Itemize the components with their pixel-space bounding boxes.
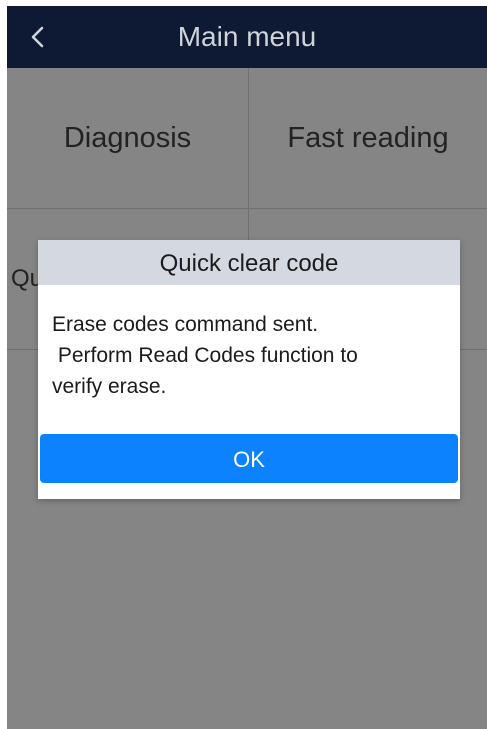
dialog-title: Quick clear code	[38, 240, 460, 285]
quick-clear-dialog: Quick clear code Erase codes command sen…	[38, 240, 460, 499]
menu-tile-label: Diagnosis	[63, 121, 192, 154]
ok-button[interactable]: OK	[40, 434, 458, 483]
app-screen: Main menu Diagnosis Fast reading Qu Quic…	[7, 6, 487, 729]
menu-tile-fast-reading[interactable]: Fast reading	[249, 68, 487, 209]
dialog-message: Erase codes command sent. Perform Read C…	[52, 313, 358, 398]
title-bar: Main menu	[7, 6, 487, 68]
chevron-left-icon	[31, 26, 44, 48]
page-title: Main menu	[177, 21, 317, 52]
menu-tile-label: Fast reading	[287, 121, 449, 154]
back-button[interactable]	[21, 20, 55, 54]
menu-tile-diagnosis[interactable]: Diagnosis	[7, 68, 249, 209]
